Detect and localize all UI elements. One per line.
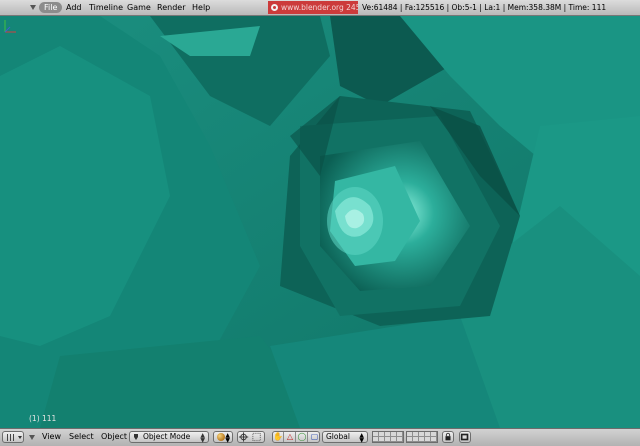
engine-version-label: www.blender.org 245 bbox=[281, 3, 358, 12]
layer-buttons-2[interactable] bbox=[406, 431, 438, 443]
lock-button[interactable] bbox=[442, 431, 454, 443]
rotate-icon[interactable]: ◯ bbox=[297, 432, 308, 442]
render-icon bbox=[460, 433, 469, 441]
chevron-down-icon bbox=[18, 436, 22, 439]
menu-help[interactable]: Help bbox=[192, 3, 210, 12]
mode-select-value: Object Mode bbox=[143, 432, 191, 441]
layer-buttons-1[interactable] bbox=[372, 431, 404, 443]
3d-viewport[interactable] bbox=[0, 16, 640, 428]
orientation-value: Global bbox=[326, 432, 350, 441]
3d-view-header: View Select Object Object Mode ▲ ▼ ▲ ▼ ✋ △… bbox=[0, 428, 640, 446]
up-down-icon: ▲ ▼ bbox=[225, 432, 230, 444]
blender-logo-icon bbox=[271, 4, 278, 11]
shading-select[interactable]: ▲ ▼ bbox=[213, 431, 233, 444]
object-mode-icon bbox=[134, 434, 138, 440]
translate-icon[interactable]: △ bbox=[285, 432, 296, 442]
menu-select[interactable]: Select bbox=[69, 432, 94, 442]
menu-render[interactable]: Render bbox=[157, 3, 185, 12]
menu-view[interactable]: View bbox=[42, 432, 61, 442]
axis-gizmo-icon bbox=[4, 20, 16, 33]
manipulator-group: ✋ △ ◯ ▢ bbox=[272, 431, 320, 443]
lock-icon bbox=[445, 432, 451, 441]
frame-info: (1) 111 bbox=[29, 414, 57, 423]
pivot-icon bbox=[238, 432, 261, 442]
menu-timeline[interactable]: Timeline bbox=[89, 3, 123, 12]
scale-icon[interactable]: ▢ bbox=[309, 432, 320, 442]
solid-shading-icon bbox=[217, 433, 225, 441]
menu-add[interactable]: Add bbox=[66, 3, 82, 12]
menu-object[interactable]: Object bbox=[101, 432, 127, 442]
tunnel-render bbox=[0, 16, 640, 428]
hand-icon[interactable]: ✋ bbox=[273, 432, 284, 442]
up-down-icon: ▲ ▼ bbox=[200, 432, 205, 444]
grid-icon bbox=[7, 434, 16, 441]
orientation-select[interactable]: Global ▲ ▼ bbox=[322, 431, 368, 444]
mode-select[interactable]: Object Mode ▲ ▼ bbox=[129, 431, 209, 444]
menu-game[interactable]: Game bbox=[127, 3, 151, 12]
menu-collapse-icon[interactable] bbox=[30, 5, 36, 10]
menu-file[interactable]: File bbox=[39, 2, 63, 13]
editor-type-button[interactable] bbox=[2, 431, 24, 443]
blender-website-link[interactable]: www.blender.org 245 bbox=[268, 1, 358, 14]
header-collapse-icon[interactable] bbox=[29, 435, 35, 440]
top-menu-bar: File Add Timeline Game Render Help www.b… bbox=[0, 0, 640, 16]
pivot-select[interactable] bbox=[237, 431, 265, 443]
render-button[interactable] bbox=[459, 431, 471, 443]
scene-stats: Ve:61484 | Fa:125516 | Ob:5-1 | La:1 | M… bbox=[362, 3, 607, 12]
up-down-icon: ▲ ▼ bbox=[359, 432, 364, 444]
